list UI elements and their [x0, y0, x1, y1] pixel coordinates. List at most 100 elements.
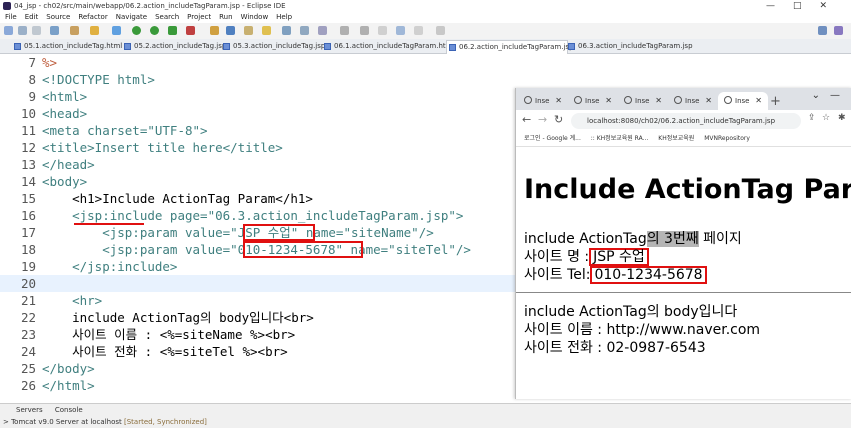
annotation-icon[interactable]	[300, 26, 309, 35]
included-page-line: include ActionTag의 3번째 페이지	[524, 230, 742, 248]
new-package-icon[interactable]	[210, 26, 219, 35]
globe-icon	[674, 96, 682, 104]
debug-skip-icon[interactable]	[70, 26, 79, 35]
tab-05-1-include-html[interactable]: 05.1.action_includeTag.html	[12, 40, 122, 53]
web-page: Include ActionTag Param include ActionTa…	[516, 146, 851, 399]
server-icon[interactable]	[112, 26, 121, 35]
browser-window-controls[interactable]: ⌄—	[812, 90, 850, 101]
tab-06-3-include-param-jsp[interactable]: 06.3.action_includeTagParam.jsp	[566, 40, 693, 53]
code-line: 8 <!DOCTYPE html>	[0, 71, 515, 88]
new-class-icon[interactable]	[226, 26, 235, 35]
site-name-label: 사이트 명 :	[524, 249, 590, 265]
code-line: 15 <h1>Include ActionTag Param</h1>	[0, 190, 515, 207]
tab-05-2-include-jsp[interactable]: 05.2.action_includeTag.jsp	[122, 40, 226, 53]
expand-chevron-icon[interactable]: >	[3, 418, 11, 426]
horizontal-rule	[516, 292, 851, 293]
jsp-file-icon	[568, 43, 575, 50]
forward-history-icon[interactable]	[414, 26, 423, 35]
toolbar-overflow-icon[interactable]	[436, 26, 445, 35]
browser-tab[interactable]: Inse ✕	[668, 92, 718, 110]
browser-window: Inse ✕ Inse ✕ Inse ✕ Inse ✕ Inse ✕ + ⌄— ← → ↻…	[515, 88, 851, 399]
server-row[interactable]: > Tomcat v9.0 Server at localhost [Start…	[3, 418, 207, 426]
tab-06-1-include-param-html[interactable]: 06.1.action_includeTagParam.html	[322, 40, 454, 53]
menu-file[interactable]: File	[2, 12, 20, 23]
history-icon[interactable]	[396, 26, 405, 35]
menu-edit[interactable]: Edit	[22, 12, 42, 23]
code-line: 22 include ActionTag의 body입니다<br>	[0, 309, 515, 326]
build-icon[interactable]	[90, 26, 99, 35]
close-tab-icon[interactable]: ✕	[655, 92, 662, 110]
menu-project[interactable]: Project	[184, 12, 214, 23]
menu-window[interactable]: Window	[238, 12, 272, 23]
line-number: 8	[28, 72, 36, 87]
menu-bar: File Edit Source Refactor Navigate Search Proj…	[0, 12, 851, 23]
debug-icon[interactable]	[132, 26, 141, 35]
menu-refactor[interactable]: Refactor	[75, 12, 110, 23]
tab-console[interactable]: Console	[55, 406, 83, 414]
save-all-icon[interactable]	[32, 26, 41, 35]
menu-navigate[interactable]: Navigate	[113, 12, 150, 23]
site-tel-label: 사이트 Tel:	[524, 267, 591, 283]
save-icon[interactable]	[18, 26, 27, 35]
tab-servers[interactable]: Servers	[16, 406, 43, 414]
minimize-button[interactable]: —	[766, 1, 793, 11]
share-icon[interactable]: ⇪	[808, 113, 816, 123]
code-editor[interactable]: 7 %> 8 <!DOCTYPE html> 9 <html> 10 <head> 11…	[0, 54, 515, 399]
close-button[interactable]: ✕	[819, 1, 845, 11]
close-tab-icon[interactable]: ✕	[555, 92, 562, 110]
menu-help[interactable]: Help	[273, 12, 295, 23]
terminal-icon[interactable]	[50, 26, 59, 35]
line-suffix: 페이지	[698, 231, 742, 247]
back-nav-icon[interactable]	[340, 26, 349, 35]
pin-icon[interactable]	[318, 26, 327, 35]
reload-icon[interactable]: ↻	[554, 113, 563, 126]
bookmarks-bar: 로그인 - Google 계... :: KH정보교육원 RA... KH정보교…	[516, 132, 851, 147]
forward-icon[interactable]: →	[538, 113, 547, 126]
menu-run[interactable]: Run	[216, 12, 235, 23]
line-number: 22	[20, 310, 36, 325]
bookmark-star-icon[interactable]: ☆	[822, 113, 830, 123]
bookmark-kh-ra[interactable]: :: KH정보교육원 RA...	[591, 135, 649, 142]
close-tab-icon[interactable]: ✕	[605, 92, 612, 110]
body-line: include ActionTag의 body입니다	[524, 304, 738, 320]
browser-tab[interactable]: Inse ✕	[618, 92, 668, 110]
code-line: 25 </body>	[0, 360, 515, 377]
new-icon[interactable]	[4, 26, 13, 35]
toggle-mark-icon[interactable]	[282, 26, 291, 35]
perspective-icon[interactable]	[818, 26, 827, 35]
line-number: 7	[28, 55, 36, 70]
tab-06-2-include-param-jsp[interactable]: 06.2.action_includeTagParam.jsp	[446, 40, 574, 54]
close-tab-icon[interactable]: ✕	[705, 92, 712, 110]
new-tab-icon[interactable]: +	[770, 94, 781, 109]
line-code: <title>Insert title here</title>	[42, 140, 283, 155]
editor-tabs: 05.1.action_includeTag.html 05.2.action_…	[0, 39, 851, 54]
external-tools-icon[interactable]	[186, 26, 195, 35]
tab-05-3-include-jsp[interactable]: 05.3.action_includeTag.jsp	[221, 40, 325, 53]
extensions-icon[interactable]: ✱	[838, 113, 846, 123]
jsp-include-underline-annotation	[74, 223, 144, 225]
server-name: Tomcat v9.0 Server at localhost	[11, 418, 122, 426]
run-icon[interactable]	[150, 26, 159, 35]
code-line: 13 </head>	[0, 156, 515, 173]
close-tab-icon[interactable]: ✕	[755, 92, 762, 110]
open-perspective-icon[interactable]	[834, 26, 843, 35]
code-line: 24 사이트 전화 : <%=siteTel %><br>	[0, 343, 515, 360]
back-icon[interactable]: ←	[522, 113, 531, 126]
forward-nav-icon[interactable]	[360, 26, 369, 35]
bookmark-google-login[interactable]: 로그인 - Google 계...	[524, 135, 581, 142]
bookmark-mvn[interactable]: MVNRepository	[704, 135, 750, 142]
browser-tab[interactable]: Inse ✕	[568, 92, 618, 110]
last-edit-icon[interactable]	[378, 26, 387, 35]
coverage-icon[interactable]	[168, 26, 177, 35]
maximize-button[interactable]: □	[793, 1, 820, 11]
bottom-panel: Servers Console > Tomcat v9.0 Server at …	[0, 403, 851, 428]
menu-source[interactable]: Source	[43, 12, 73, 23]
browser-tab-active[interactable]: Inse ✕	[718, 92, 768, 110]
bookmark-kh[interactable]: KH정보교육원	[658, 135, 694, 142]
open-type-icon[interactable]	[244, 26, 253, 35]
browser-tab[interactable]: Inse ✕	[518, 92, 568, 110]
menu-search[interactable]: Search	[152, 12, 182, 23]
address-bar[interactable]: localhost:8080/ch02/06.2.action_includeT…	[571, 113, 801, 129]
search-icon[interactable]	[262, 26, 271, 35]
window-controls[interactable]: —□✕	[766, 0, 845, 12]
